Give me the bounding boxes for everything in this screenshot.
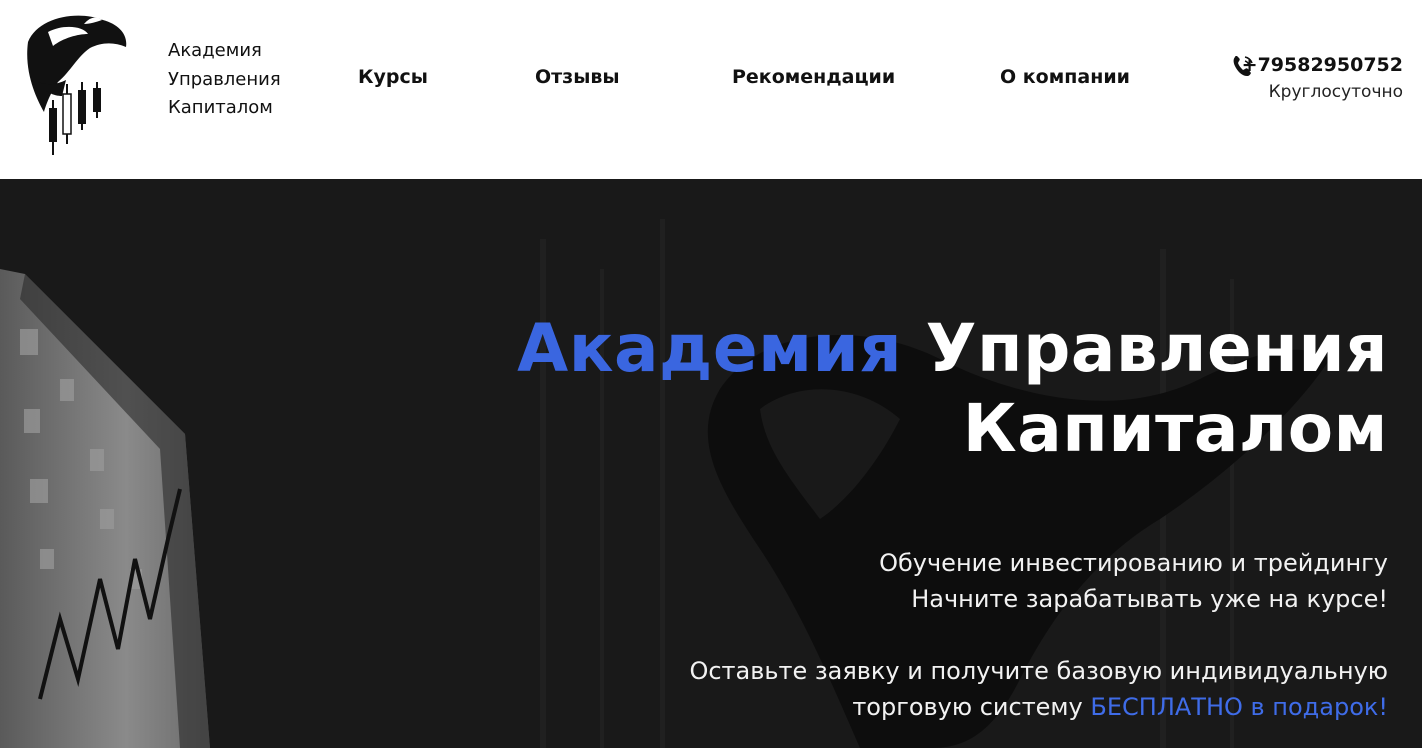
- nav-courses[interactable]: Курсы: [358, 66, 428, 88]
- hero-offer-plain: торговую систему: [852, 693, 1083, 721]
- hero-title: Академия Управления Капиталом: [517, 309, 1388, 469]
- hero-subtitle: Обучение инвестированию и трейдингу Начн…: [879, 545, 1388, 617]
- brand-name[interactable]: Академия Управления Капиталом: [168, 37, 281, 123]
- working-hours: Круглосуточно: [1268, 82, 1403, 102]
- site-header: Академия Управления Капиталом Курсы Отзы…: [0, 0, 1422, 179]
- hero-subtitle-line-2: Начните зарабатывать уже на курсе!: [911, 585, 1388, 613]
- nav-recommendations[interactable]: Рекомендации: [732, 66, 895, 88]
- hero-offer: Оставьте заявку и получите базовую индив…: [689, 653, 1388, 725]
- orca-logo-icon[interactable]: [18, 12, 130, 157]
- hero-title-line-1: Академия Управления: [517, 309, 1388, 389]
- hero-title-line-2: Капиталом: [962, 390, 1388, 467]
- brand-line-3: Капиталом: [168, 97, 273, 118]
- hero-offer-line-1: Оставьте заявку и получите базовую индив…: [689, 657, 1388, 685]
- hero-section: Академия Управления Капиталом Обучение и…: [0, 179, 1422, 748]
- hero-title-accent: Академия: [517, 310, 903, 387]
- hero-offer-line-2: торговую систему БЕСПЛАТНО в подарок!: [689, 689, 1388, 725]
- nav-reviews[interactable]: Отзывы: [535, 66, 620, 88]
- nav-about[interactable]: О компании: [1000, 66, 1130, 88]
- brand-line-2: Управления: [168, 68, 281, 90]
- hero-title-word-2: Управления: [925, 310, 1388, 387]
- hero-offer-accent: БЕСПЛАТНО в подарок!: [1090, 693, 1388, 721]
- hero-subtitle-line-1: Обучение инвестированию и трейдингу: [879, 549, 1388, 577]
- phone-link[interactable]: +79582950752: [1242, 54, 1403, 76]
- brand-line-1: Академия: [168, 40, 262, 61]
